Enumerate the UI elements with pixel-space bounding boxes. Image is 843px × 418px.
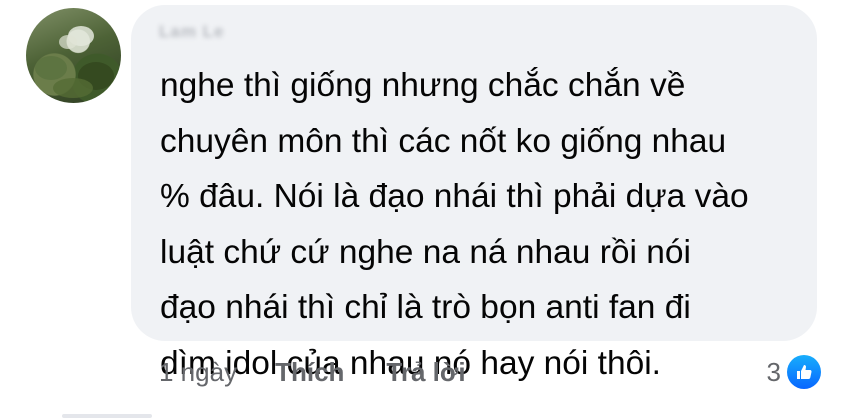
like-button[interactable]: Thích xyxy=(275,357,344,388)
reply-button[interactable]: Trả lời xyxy=(386,357,465,388)
like-thumb-icon xyxy=(787,355,821,389)
comment-author-name[interactable]: Lam Le xyxy=(159,22,225,42)
comment-actions: 1 ngày Thích Trả lời xyxy=(159,352,508,392)
reaction-summary[interactable]: 3 xyxy=(767,352,821,392)
thumb-up-icon xyxy=(797,365,812,379)
reaction-count: 3 xyxy=(766,356,781,387)
next-comment-edge xyxy=(62,414,152,418)
comment-timestamp[interactable]: 1 ngày xyxy=(159,357,237,388)
avatar[interactable] xyxy=(26,8,121,103)
avatar-photo xyxy=(35,26,114,98)
comment-text: nghe thì giống nhưng chắc chắn về chuyên… xyxy=(160,67,749,382)
comment-item: Lam Le nghe thì giống nhưng chắc chắn về… xyxy=(0,0,843,418)
